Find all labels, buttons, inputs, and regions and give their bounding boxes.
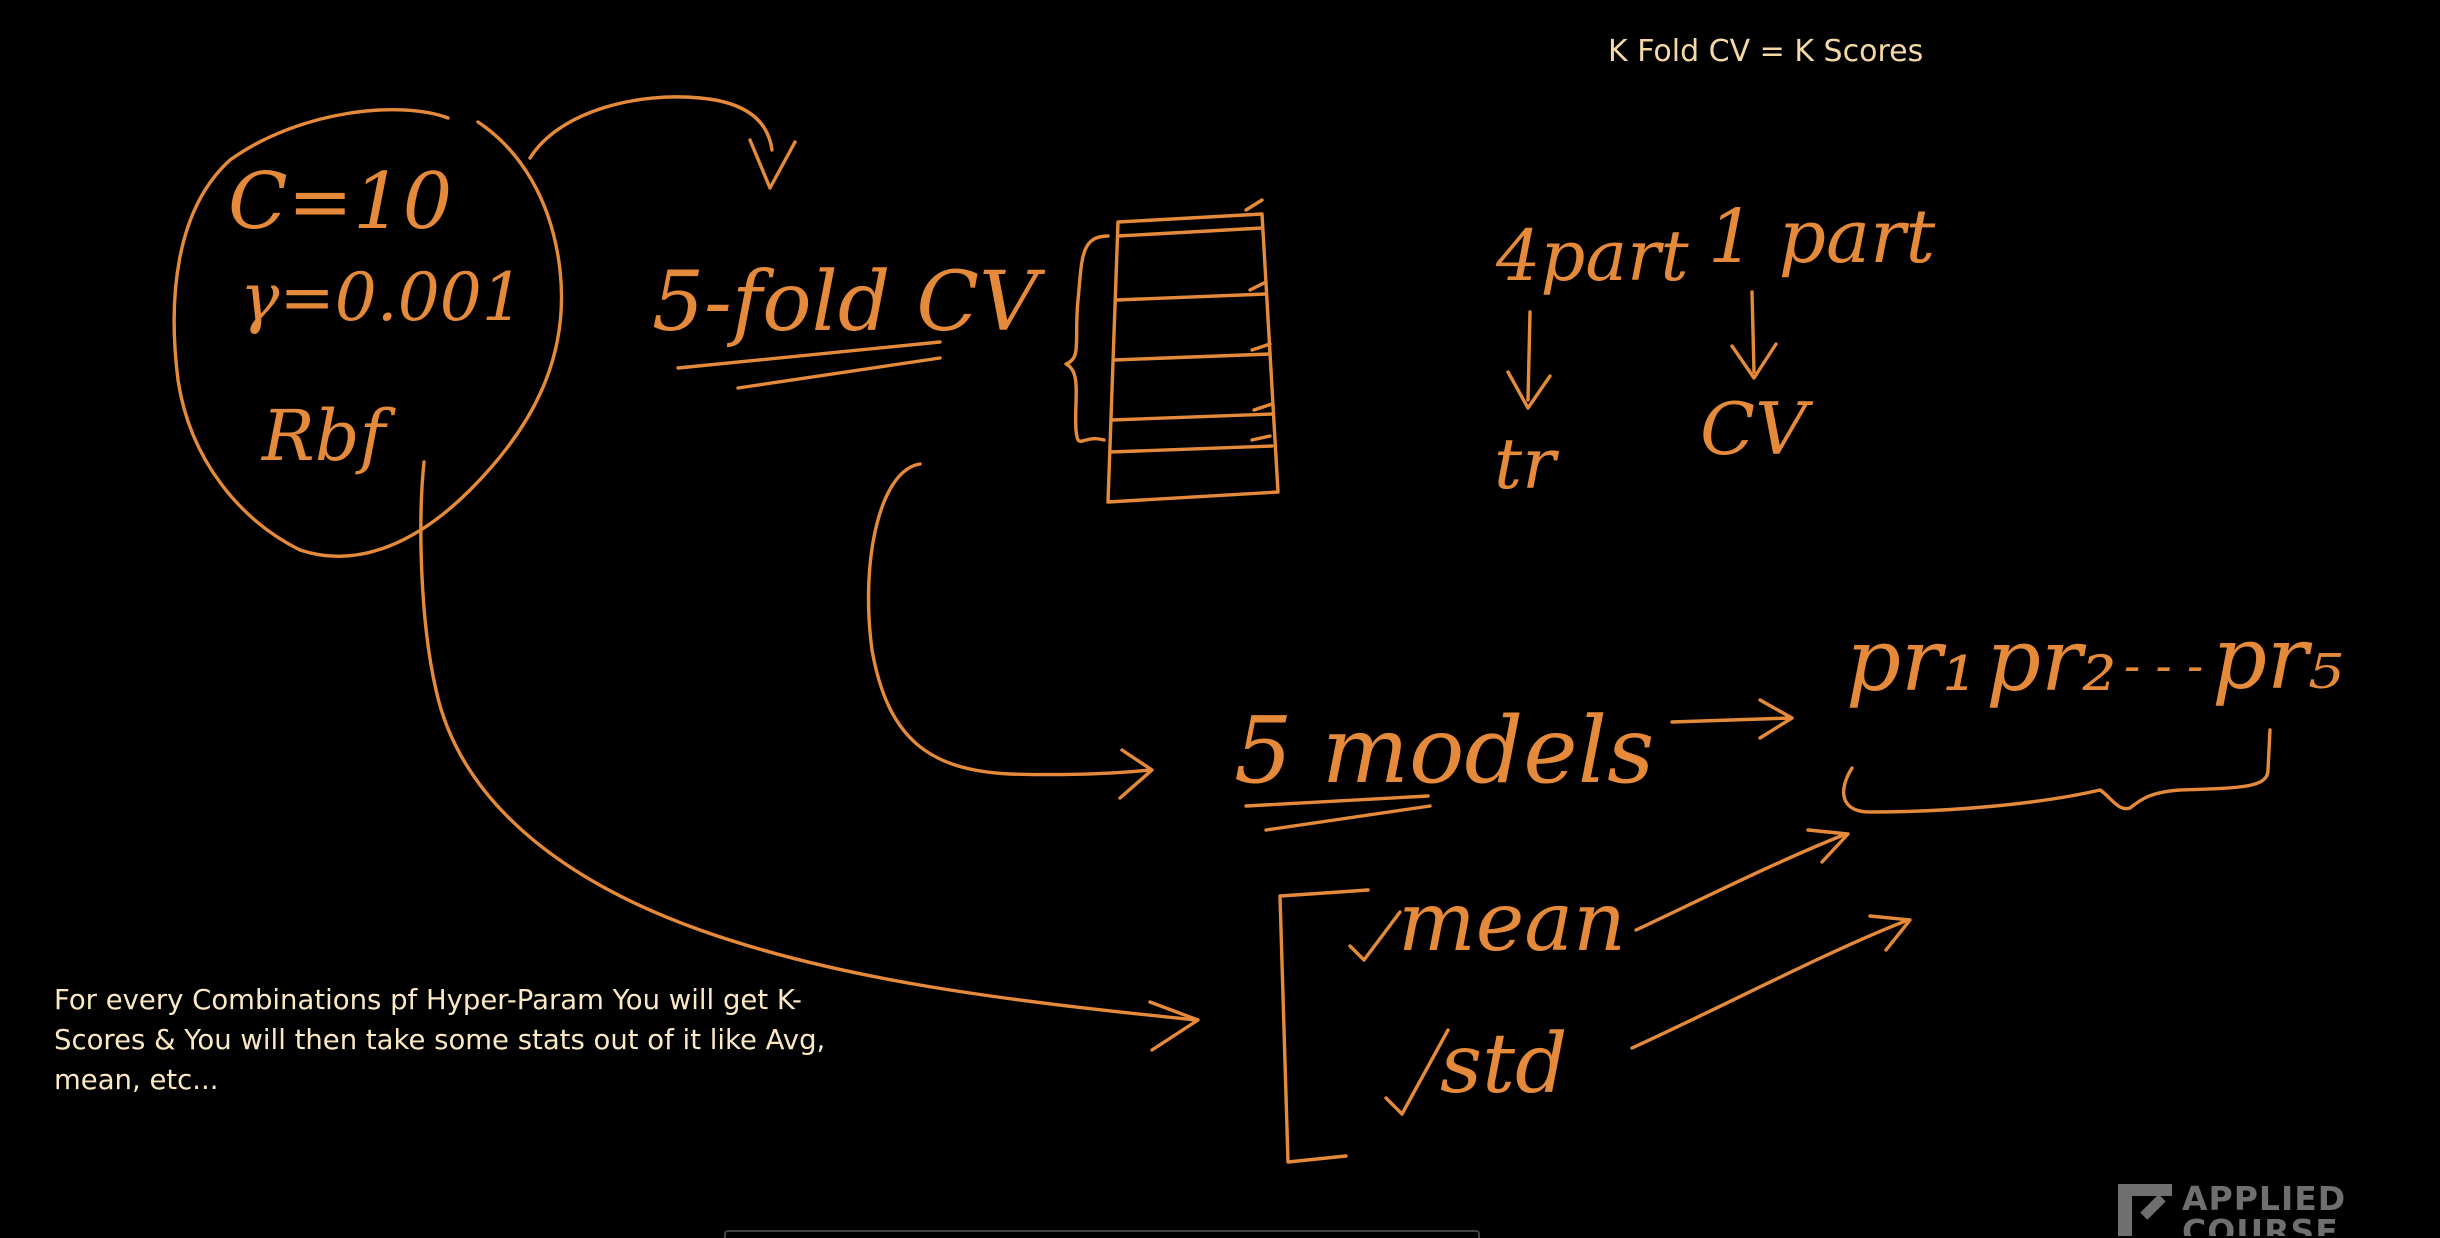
mean-text: mean bbox=[1398, 875, 1626, 970]
arrow-folds-to-models-head bbox=[1118, 748, 1154, 800]
arrow-folds-to-models bbox=[866, 462, 1152, 777]
arrow-circle-to-cv bbox=[528, 95, 774, 160]
cv-text: CV bbox=[1700, 387, 1814, 471]
top-right-note: K Fold CV = K Scores bbox=[1608, 34, 1924, 69]
arrow-std-to-pr bbox=[1630, 914, 1912, 1050]
arrow-circle-to-stats bbox=[419, 460, 1198, 1022]
arrow-models-to-pr bbox=[1670, 698, 1794, 740]
logo-mark-icon bbox=[2118, 1184, 2174, 1236]
pr2-text: pr₂ bbox=[1986, 611, 2117, 711]
logo-text: APPLIED COURSE bbox=[2182, 1182, 2347, 1236]
stats-bracket bbox=[1278, 888, 1370, 1164]
one-part-text: 1 part bbox=[1708, 194, 1935, 280]
mean-check bbox=[1348, 910, 1402, 962]
pr1-text: pr₁ bbox=[1846, 611, 1977, 711]
video-scrub-bar[interactable] bbox=[724, 1230, 1480, 1238]
arrow-one-part-down bbox=[1730, 290, 1778, 380]
four-part-text: 4part bbox=[1495, 215, 1690, 297]
arrow-circle-to-stats-head bbox=[1148, 1000, 1200, 1052]
five-fold-cv-text: 5-fold CV bbox=[652, 255, 1046, 350]
bottom-left-note: For every Combinations pf Hyper-Param Yo… bbox=[54, 984, 826, 1096]
arrow-mean-to-pr bbox=[1634, 828, 1850, 932]
arrow-four-part-down bbox=[1506, 310, 1552, 410]
std-check bbox=[1384, 1028, 1450, 1116]
five-models-text: 5 models bbox=[1234, 697, 1654, 804]
pr5-text: pr₅ bbox=[2212, 609, 2343, 709]
applied-course-logo: APPLIED COURSE bbox=[2118, 1182, 2358, 1236]
gamma-value-text: γ=0.001 bbox=[240, 259, 524, 336]
dots-text: - - - bbox=[2124, 638, 2203, 694]
c-value-text: C=10 bbox=[228, 157, 452, 247]
pr-brace bbox=[1842, 728, 2272, 814]
std-text: std bbox=[1440, 1017, 1568, 1112]
folds-box bbox=[1064, 198, 1280, 504]
kernel-text: Rbf bbox=[260, 395, 397, 477]
tr-text: tr bbox=[1494, 423, 1559, 505]
